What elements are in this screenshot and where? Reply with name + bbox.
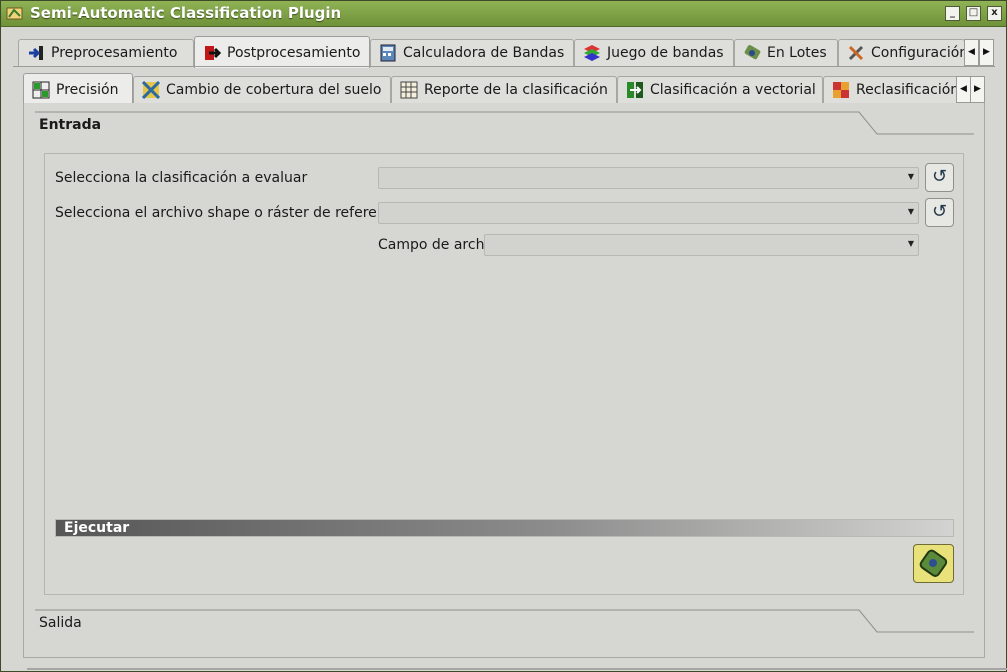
field-label: Campo de archi xyxy=(378,237,489,253)
reclassify-icon xyxy=(833,82,849,98)
window-title: Semi-Automatic Classification Plugin xyxy=(30,4,342,22)
chevron-down-icon: ▼ xyxy=(907,172,914,181)
layers-icon xyxy=(584,45,600,61)
refresh-icon: ↺ xyxy=(931,166,948,187)
arrow-out-icon xyxy=(205,45,221,60)
tab-reclasificacion[interactable]: Reclasificación xyxy=(823,76,958,103)
run-section-title: Ejecutar xyxy=(64,520,130,536)
tab-label: Calculadora de Bandas xyxy=(403,45,565,61)
sub-tab-bar: Precisión Cambio de cobertura del suelo … xyxy=(23,73,985,105)
field-select[interactable]: ▼ xyxy=(484,234,919,256)
title-bar[interactable]: Semi-Automatic Classification Plugin _ □… xyxy=(1,1,1006,27)
refresh-classification-button[interactable]: ↺ xyxy=(925,163,954,192)
main-tab-divider xyxy=(13,66,995,67)
tab-clasificacion-vectorial[interactable]: Clasificación a vectorial xyxy=(617,76,823,103)
tab-precision[interactable]: Precisión xyxy=(23,73,133,105)
subtabs-scroll-right-button[interactable]: ▶ xyxy=(970,76,985,103)
land-cover-change-icon xyxy=(142,81,160,99)
tab-label: Reclasificación xyxy=(856,82,958,98)
select-classification-label: Selecciona la clasificación a evaluar xyxy=(55,170,308,186)
minimize-button[interactable]: _ xyxy=(945,6,960,21)
tab-preprocesamiento[interactable]: Preprocesamiento xyxy=(18,39,194,66)
chevron-down-icon: ▼ xyxy=(907,207,914,216)
tab-label: En Lotes xyxy=(767,45,827,61)
run-icon xyxy=(919,549,948,577)
subtabs-scroll-left-button[interactable]: ◀ xyxy=(956,76,971,103)
tab-label: Preprocesamiento xyxy=(51,45,178,61)
refresh-reference-button[interactable]: ↺ xyxy=(925,198,954,227)
vector-icon xyxy=(627,82,643,98)
report-icon xyxy=(400,81,418,99)
plugin-logo-icon xyxy=(6,7,23,20)
tab-label: Precisión xyxy=(56,81,119,98)
output-section-divider xyxy=(35,609,974,633)
tab-postprocesamiento[interactable]: Postprocesamiento xyxy=(194,36,370,68)
select-reference-label: Selecciona el archivo shape o ráster de … xyxy=(55,205,406,221)
tab-label: Reporte de la clasificación xyxy=(424,82,608,98)
refresh-icon: ↺ xyxy=(931,201,948,222)
reference-select[interactable]: ▼ xyxy=(378,202,919,224)
input-section-divider xyxy=(35,111,974,135)
run-button[interactable] xyxy=(913,544,954,583)
run-section-bar: Ejecutar xyxy=(55,519,954,537)
tab-label: Postprocesamiento xyxy=(227,44,361,61)
tab-label: Juego de bandas xyxy=(607,45,724,61)
tabs-scroll-right-button[interactable]: ▶ xyxy=(979,39,994,66)
accuracy-icon xyxy=(32,81,50,98)
tab-calculadora-de-bandas[interactable]: Calculadora de Bandas xyxy=(370,39,574,66)
classification-select[interactable]: ▼ xyxy=(378,167,919,189)
tabs-scroll-left-button[interactable]: ◀ xyxy=(964,39,979,66)
status-divider xyxy=(27,668,1007,670)
tab-juego-de-bandas[interactable]: Juego de bandas xyxy=(574,39,734,66)
close-button[interactable]: x xyxy=(987,6,1002,21)
tab-label: Configuración xyxy=(871,45,969,61)
tab-label: Cambio de cobertura del suelo xyxy=(166,82,382,98)
batch-icon xyxy=(744,45,761,60)
plugin-window: Semi-Automatic Classification Plugin _ □… xyxy=(0,0,1007,672)
tab-configuracion[interactable]: Configuración xyxy=(838,39,969,66)
tools-icon xyxy=(848,45,864,61)
chevron-down-icon: ▼ xyxy=(907,239,914,248)
arrow-in-icon xyxy=(29,46,43,60)
tab-cambio-de-cobertura[interactable]: Cambio de cobertura del suelo xyxy=(133,76,391,103)
main-tab-bar: Preprocesamiento Postprocesamiento Calcu… xyxy=(13,36,994,68)
maximize-button[interactable]: □ xyxy=(966,6,981,21)
tab-reporte-clasificacion[interactable]: Reporte de la clasificación xyxy=(391,76,617,103)
calculator-icon xyxy=(380,44,396,62)
tab-label: Clasificación a vectorial xyxy=(650,82,816,98)
tab-en-lotes[interactable]: En Lotes xyxy=(734,39,838,66)
